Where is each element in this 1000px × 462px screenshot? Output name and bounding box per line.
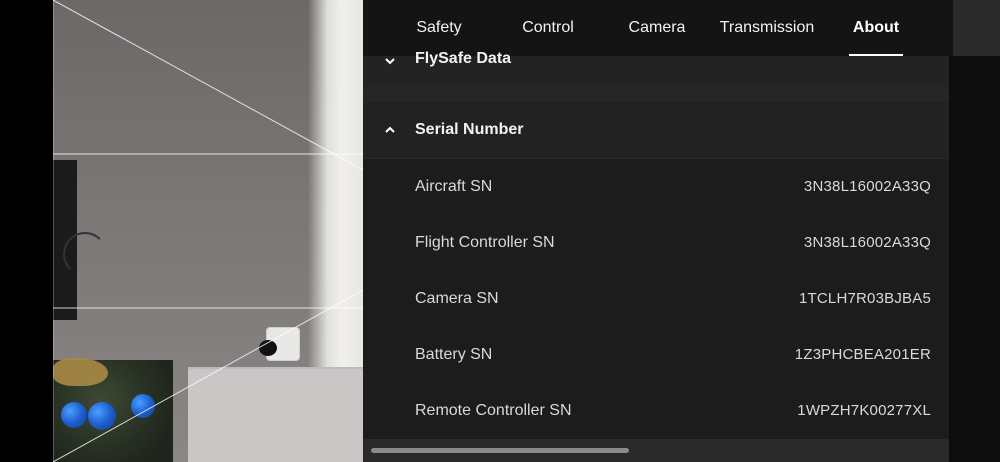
row-label: Aircraft SN	[415, 178, 493, 195]
horizontal-scrollbar[interactable]	[371, 448, 629, 453]
app-screen: Safety Control Camera Transmission About…	[0, 0, 1000, 462]
section-divider	[363, 86, 949, 102]
section-serial-title: Serial Number	[415, 121, 524, 138]
section-serial-number[interactable]: Serial Number	[363, 102, 949, 158]
serial-row-remote-controller: Remote Controller SN 1WPZH7K00277XL	[363, 383, 949, 439]
row-value: 1Z3PHCBEA201ER	[794, 346, 931, 363]
row-value: 3N38L16002A33Q	[803, 178, 931, 195]
tab-safety[interactable]: Safety	[401, 0, 477, 56]
serial-row-camera: Camera SN 1TCLH7R03BJBA5	[363, 271, 949, 327]
tab-transmission[interactable]: Transmission	[713, 0, 821, 56]
chevron-down-icon	[385, 58, 395, 65]
grid-overlay	[53, 0, 363, 462]
row-value: 1TCLH7R03BJBA5	[798, 290, 931, 307]
row-value: 3N38L16002A33Q	[803, 234, 931, 251]
tab-control[interactable]: Control	[509, 0, 587, 56]
chevron-up-icon	[385, 126, 395, 133]
section-flysafe-title: FlySafe Data	[415, 50, 512, 67]
serial-row-battery: Battery SN 1Z3PHCBEA201ER	[363, 327, 949, 383]
row-label: Flight Controller SN	[415, 234, 555, 251]
camera-preview[interactable]	[53, 0, 363, 462]
row-label: Remote Controller SN	[415, 402, 572, 419]
section-flysafe-data[interactable]: FlySafe Data	[363, 50, 949, 86]
serial-row-aircraft: Aircraft SN 3N38L16002A33Q	[363, 159, 949, 215]
row-label: Camera SN	[415, 290, 499, 307]
row-label: Battery SN	[415, 346, 493, 363]
tab-about[interactable]: About	[841, 0, 911, 56]
serial-row-flight-controller: Flight Controller SN 3N38L16002A33Q	[363, 215, 949, 271]
settings-panel: Safety Control Camera Transmission About…	[363, 0, 1000, 462]
row-value: 1WPZH7K00277XL	[797, 402, 931, 419]
panel-edge	[949, 56, 1000, 462]
settings-tabs: Safety Control Camera Transmission About	[363, 0, 953, 56]
tab-camera[interactable]: Camera	[618, 0, 696, 56]
